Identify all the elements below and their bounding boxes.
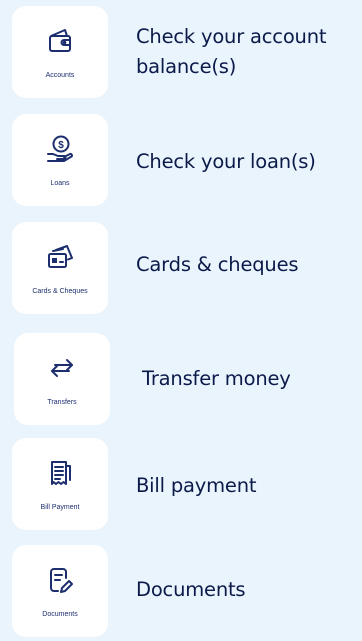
- loans-tile[interactable]: $ Loans: [12, 114, 108, 206]
- bill-payment-description: Bill payment: [136, 474, 257, 497]
- documents-tile-label: Documents: [42, 611, 78, 618]
- cards-cheques-description: Cards & cheques: [136, 253, 299, 276]
- transfers-description: Transfer money: [142, 367, 291, 390]
- menu-row-cards-cheques[interactable]: Cards & Cheques Cards & cheques: [0, 222, 362, 318]
- document-edit-icon: [45, 565, 75, 595]
- accounts-description: Check your account balance(s): [136, 25, 327, 78]
- loans-description: Check your loan(s): [136, 150, 316, 173]
- accounts-tile-label: Accounts: [45, 72, 75, 79]
- receipt-icon: [45, 458, 75, 488]
- bill-payment-tile[interactable]: Bill Payment: [12, 438, 108, 530]
- loan-money-hand-icon: $: [45, 134, 75, 164]
- wallet-icon: [45, 26, 75, 56]
- documents-description: Documents: [136, 578, 246, 601]
- transfer-arrows-icon: [47, 353, 77, 383]
- documents-tile[interactable]: Documents: [12, 545, 108, 637]
- accounts-tile[interactable]: Accounts: [12, 6, 108, 98]
- cards-cheques-icon: [45, 242, 75, 272]
- svg-text:$: $: [58, 140, 64, 151]
- bill-payment-tile-label: Bill Payment: [40, 504, 80, 511]
- transfers-tile-label: Transfers: [47, 399, 77, 406]
- menu-row-transfers[interactable]: Transfers Transfer money: [0, 333, 362, 429]
- cards-cheques-tile[interactable]: Cards & Cheques: [12, 222, 108, 314]
- menu-row-loans[interactable]: $ Loans Check your loan(s): [0, 114, 362, 210]
- menu-row-accounts[interactable]: Accounts Check your account balance(s): [0, 6, 362, 102]
- transfers-tile[interactable]: Transfers: [14, 333, 110, 425]
- menu-row-bill-payment[interactable]: Bill Payment Bill payment: [0, 438, 362, 534]
- menu-row-documents[interactable]: Documents Documents: [0, 545, 362, 641]
- loans-tile-label: Loans: [50, 180, 70, 187]
- cards-cheques-tile-label: Cards & Cheques: [32, 288, 88, 295]
